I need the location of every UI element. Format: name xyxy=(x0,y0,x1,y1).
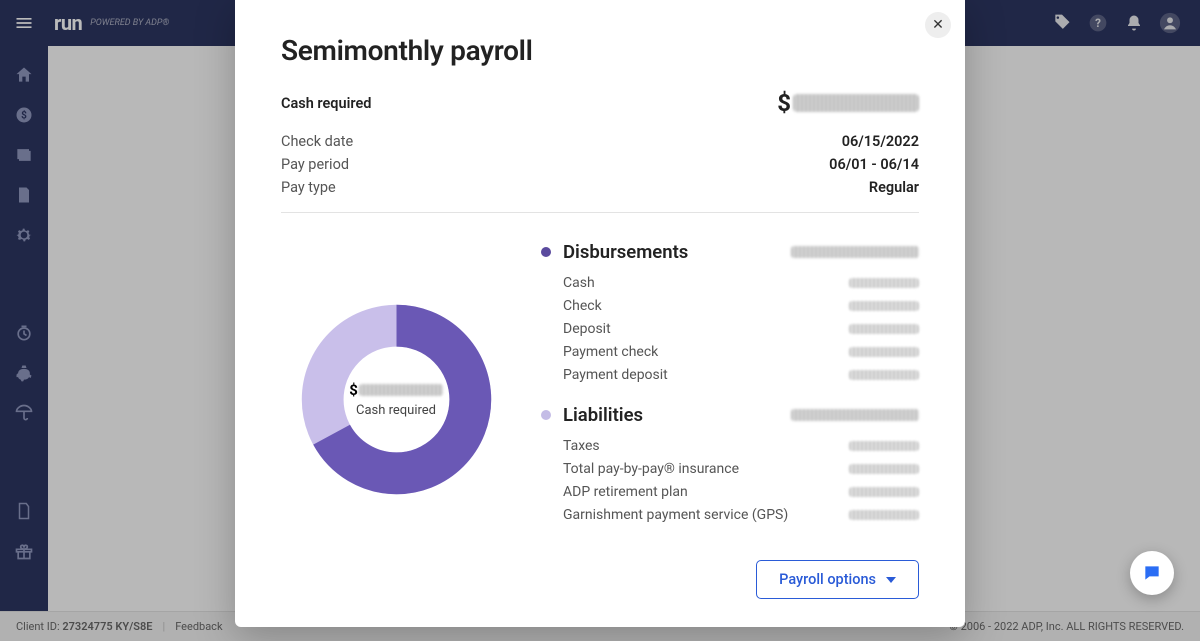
line-item: Total pay-by-pay® insurance xyxy=(541,457,919,480)
payroll-options-button[interactable]: Payroll options xyxy=(756,560,919,599)
disbursements-title: Disbursements xyxy=(563,241,688,263)
payroll-options-label: Payroll options xyxy=(779,571,876,588)
check-date-value: 06/15/2022 xyxy=(842,133,919,150)
cash-required-donut-chart: $ Cash required xyxy=(299,302,494,497)
redacted-amount xyxy=(849,278,919,288)
legend-dot-disbursements xyxy=(541,247,551,257)
redacted-amount xyxy=(791,246,919,258)
redacted-amount xyxy=(849,510,919,520)
redacted-amount xyxy=(849,487,919,497)
modal-title: Semimonthly payroll xyxy=(281,34,919,67)
cash-required-label: Cash required xyxy=(281,95,371,112)
redacted-amount xyxy=(359,384,443,396)
redacted-amount xyxy=(849,324,919,334)
line-item: Taxes xyxy=(541,434,919,457)
redacted-amount xyxy=(849,301,919,311)
close-icon[interactable]: ✕ xyxy=(925,12,951,38)
redacted-amount xyxy=(849,441,919,451)
line-item: Check xyxy=(541,294,919,317)
redacted-amount xyxy=(849,370,919,380)
line-item: ADP retirement plan xyxy=(541,480,919,503)
pay-period-label: Pay period xyxy=(281,156,349,173)
redacted-amount xyxy=(793,94,919,112)
redacted-amount xyxy=(791,409,919,421)
cash-required-value: $ xyxy=(777,89,919,117)
line-item: Deposit xyxy=(541,317,919,340)
divider xyxy=(281,212,919,213)
legend-dot-liabilities xyxy=(541,410,551,420)
redacted-amount xyxy=(849,347,919,357)
check-date-label: Check date xyxy=(281,133,353,150)
line-item: Payment deposit xyxy=(541,363,919,386)
chat-icon[interactable] xyxy=(1130,551,1174,595)
donut-center-amount: $ xyxy=(349,381,443,399)
pay-type-label: Pay type xyxy=(281,179,336,196)
line-item: Cash xyxy=(541,271,919,294)
line-item: Payment check xyxy=(541,340,919,363)
payroll-modal: ✕ Semimonthly payroll Cash required $ Ch… xyxy=(235,0,965,627)
pay-type-value: Regular xyxy=(869,179,919,196)
line-item: Garnishment payment service (GPS) xyxy=(541,503,919,526)
pay-period-value: 06/01 - 06/14 xyxy=(829,156,919,173)
donut-center-label: Cash required xyxy=(356,403,436,418)
chevron-down-icon xyxy=(886,577,896,583)
liabilities-title: Liabilities xyxy=(563,404,643,426)
redacted-amount xyxy=(849,464,919,474)
